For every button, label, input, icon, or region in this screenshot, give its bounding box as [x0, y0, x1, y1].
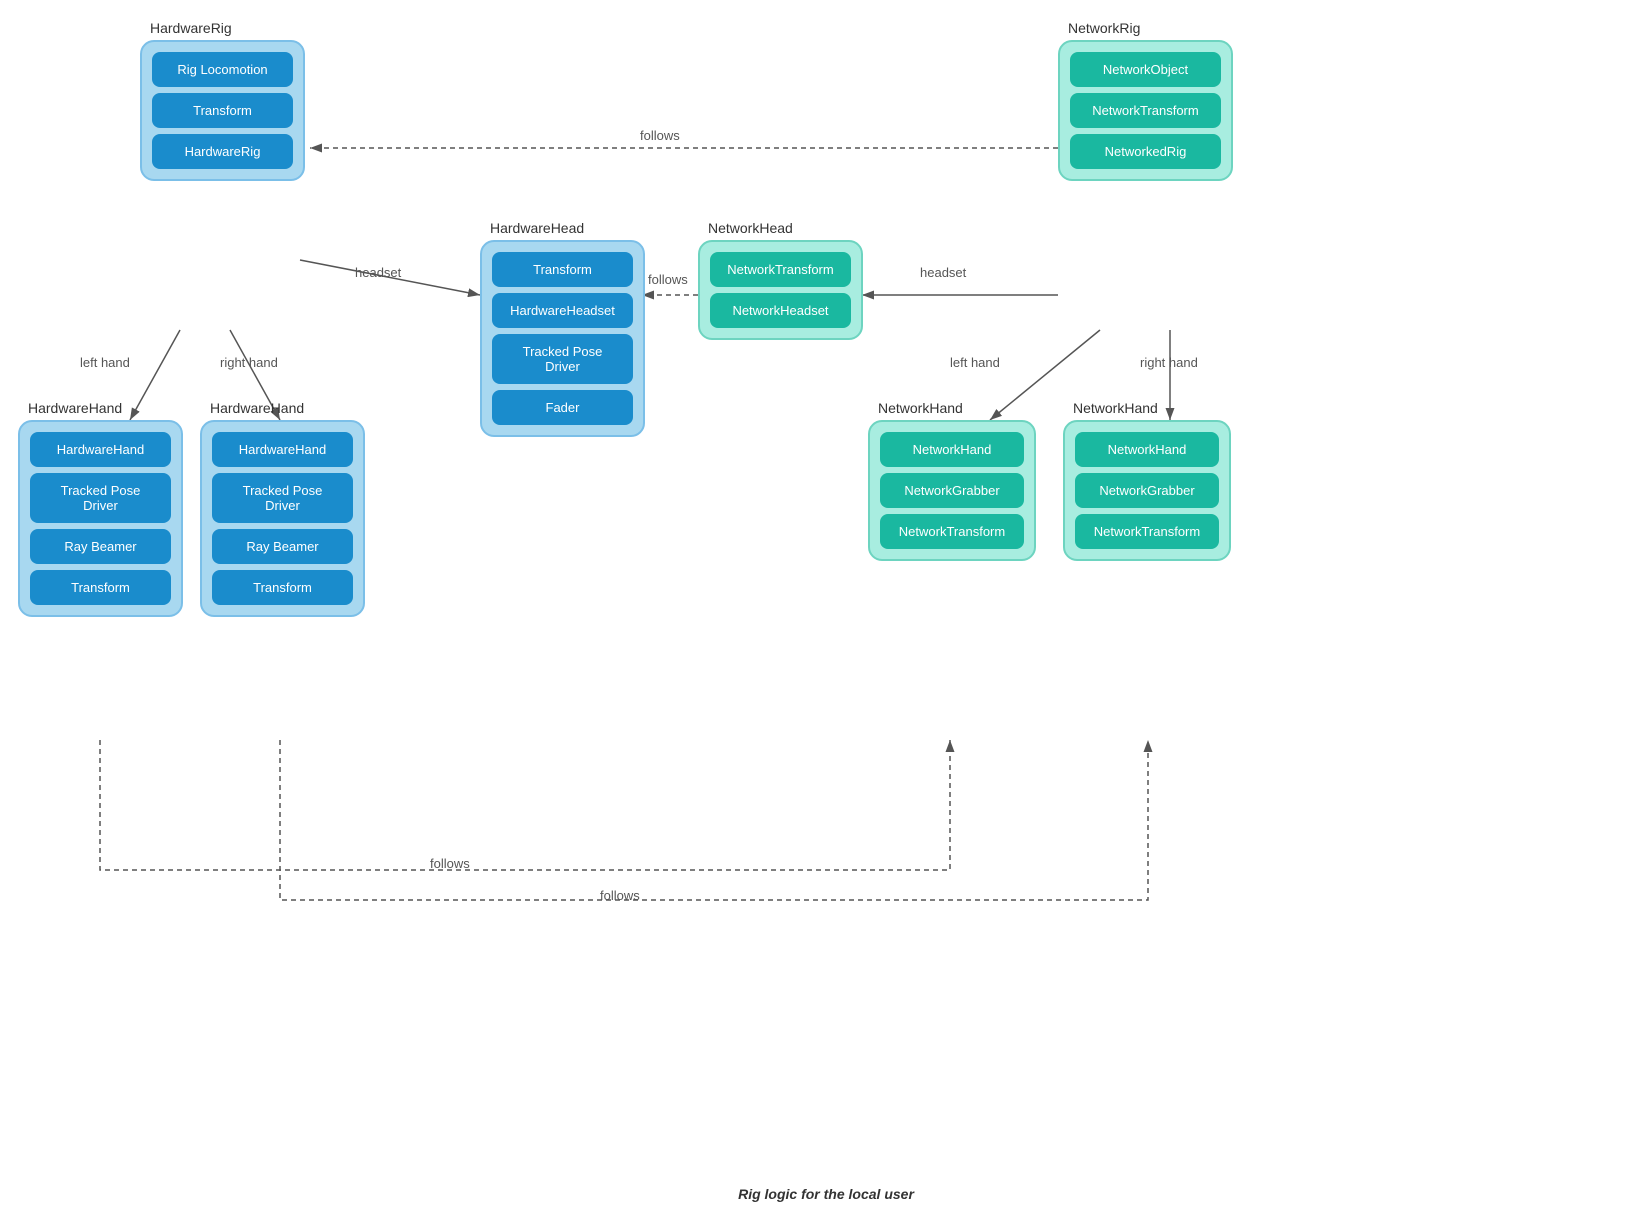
edge-label-right-hand-hw: right hand — [220, 355, 278, 370]
edge-label-follows-head: follows — [648, 272, 688, 287]
hw-hand-right-block-transform: Transform — [212, 570, 353, 605]
hw-hand-right-block-tpd: Tracked Pose Driver — [212, 473, 353, 523]
edge-label-headset-left: headset — [355, 265, 401, 280]
network-hand-right-group: NetworkHand NetworkHand NetworkGrabber N… — [1063, 420, 1231, 561]
hardware-hand-left-group: HardwareHand HardwareHand Tracked Pose D… — [18, 420, 183, 617]
net-head-block-headset: NetworkHeadset — [710, 293, 851, 328]
hardware-rig-label: HardwareRig — [150, 20, 232, 36]
hw-hand-left-block-tpd: Tracked Pose Driver — [30, 473, 171, 523]
net-head-block-transform: NetworkTransform — [710, 252, 851, 287]
edge-label-left-hand-hw: left hand — [80, 355, 130, 370]
net-hand-left-block-grabber: NetworkGrabber — [880, 473, 1024, 508]
hw-hand-left-block-hh: HardwareHand — [30, 432, 171, 467]
net-rig-block-obj: NetworkObject — [1070, 52, 1221, 87]
hardware-hand-right-group: HardwareHand HardwareHand Tracked Pose D… — [200, 420, 365, 617]
hardware-head-label: HardwareHead — [490, 220, 584, 236]
network-rig-group: NetworkRig NetworkObject NetworkTransfor… — [1058, 40, 1233, 181]
network-head-group: NetworkHead NetworkTransform NetworkHead… — [698, 240, 863, 340]
network-rig-label: NetworkRig — [1068, 20, 1140, 36]
hw-head-block-headset: HardwareHeadset — [492, 293, 633, 328]
hw-rig-block-transform: Transform — [152, 93, 293, 128]
diagram-caption: Rig logic for the local user — [626, 1186, 1026, 1202]
hw-rig-block-locomotion: Rig Locomotion — [152, 52, 293, 87]
edge-label-right-hand-net: right hand — [1140, 355, 1198, 370]
network-hand-left-group: NetworkHand NetworkHand NetworkGrabber N… — [868, 420, 1036, 561]
net-hand-right-block-transform: NetworkTransform — [1075, 514, 1219, 549]
edge-label-headset-right: headset — [920, 265, 966, 280]
edge-label-follows-right: follows — [600, 888, 640, 903]
net-hand-right-block-grabber: NetworkGrabber — [1075, 473, 1219, 508]
hardware-hand-right-label: HardwareHand — [210, 400, 304, 416]
network-hand-left-label: NetworkHand — [878, 400, 963, 416]
hardware-head-group: HardwareHead Transform HardwareHeadset T… — [480, 240, 645, 437]
diagram: HardwareRig Rig Locomotion Transform Har… — [0, 0, 1652, 1232]
net-hand-right-block-nh: NetworkHand — [1075, 432, 1219, 467]
network-head-label: NetworkHead — [708, 220, 793, 236]
edge-label-follows-top: follows — [640, 128, 680, 143]
hw-rig-block-hardwarerig: HardwareRig — [152, 134, 293, 169]
hw-hand-left-block-rb: Ray Beamer — [30, 529, 171, 564]
hw-head-block-transform: Transform — [492, 252, 633, 287]
hardware-rig-group: HardwareRig Rig Locomotion Transform Har… — [140, 40, 305, 181]
net-rig-block-networkedrig: NetworkedRig — [1070, 134, 1221, 169]
edge-label-left-hand-net: left hand — [950, 355, 1000, 370]
edge-label-follows-left: follows — [430, 856, 470, 871]
hw-hand-left-block-transform: Transform — [30, 570, 171, 605]
net-rig-block-transform: NetworkTransform — [1070, 93, 1221, 128]
hardware-hand-left-label: HardwareHand — [28, 400, 122, 416]
hw-head-block-tpd: Tracked Pose Driver — [492, 334, 633, 384]
hw-hand-right-block-hh: HardwareHand — [212, 432, 353, 467]
hw-head-block-fader: Fader — [492, 390, 633, 425]
hw-hand-right-block-rb: Ray Beamer — [212, 529, 353, 564]
net-hand-left-block-nh: NetworkHand — [880, 432, 1024, 467]
net-hand-left-block-transform: NetworkTransform — [880, 514, 1024, 549]
network-hand-right-label: NetworkHand — [1073, 400, 1158, 416]
